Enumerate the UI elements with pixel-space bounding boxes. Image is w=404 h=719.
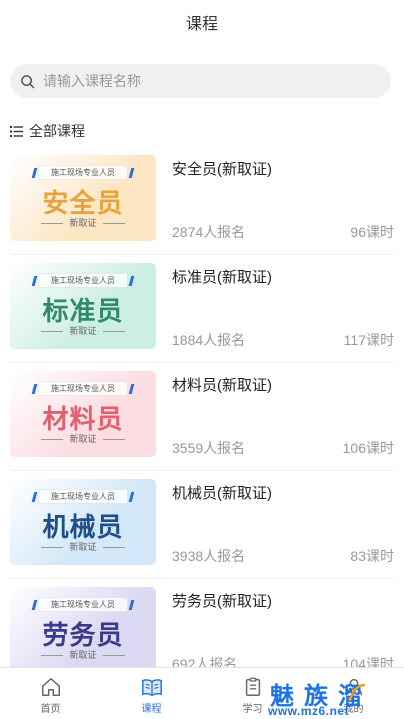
watermark-url: www.mz6.net	[268, 704, 350, 718]
tab-label: 课程	[141, 704, 162, 715]
thumbnail-tag: 施工现场专业人员	[38, 381, 128, 396]
thumbnail-subtitle: 新取证	[10, 324, 156, 337]
course-hours: 117课时	[343, 332, 394, 348]
course-item[interactable]: 施工现场专业人员 标准员 新取证 标准员(新取证) 1884人报名 117课时	[10, 255, 394, 363]
enroll-count: 1884人报名	[172, 332, 246, 348]
tab-courses[interactable]: 课程	[101, 668, 202, 719]
course-thumbnail[interactable]: 施工现场专业人员 标准员 新取证	[10, 263, 156, 349]
course-item[interactable]: 施工现场专业人员 材料员 新取证 材料员(新取证) 3559人报名 106课时	[10, 363, 394, 471]
thumbnail-tag: 施工现场专业人员	[38, 489, 128, 504]
thumbnail-tag: 施工现场专业人员	[38, 597, 128, 612]
site-watermark: 魅族溜 www.mz6.net	[262, 676, 404, 719]
course-thumbnail[interactable]: 施工现场专业人员 机械员 新取证	[10, 479, 156, 565]
thumbnail-title: 机械员	[42, 512, 124, 542]
header-bar: 课程	[0, 0, 404, 44]
section-title: 全部课程	[29, 123, 85, 139]
course-name[interactable]: 劳务员(新取证)	[172, 590, 272, 611]
thumbnail-tag: 施工现场专业人员	[38, 165, 128, 180]
thumbnail-title: 材料员	[42, 404, 124, 434]
course-name[interactable]: 标准员(新取证)	[172, 266, 272, 287]
home-icon	[41, 678, 60, 696]
book-icon	[141, 679, 162, 696]
thumbnail-title: 安全员	[42, 188, 124, 218]
course-thumbnail[interactable]: 施工现场专业人员 劳务员 新取证	[10, 587, 156, 673]
search-icon	[21, 74, 35, 88]
clipboard-icon	[245, 677, 260, 696]
thumbnail-tag: 施工现场专业人员	[38, 273, 128, 288]
enroll-count: 3559人报名	[172, 440, 246, 456]
search-bar[interactable]	[10, 64, 391, 98]
course-thumbnail[interactable]: 施工现场专业人员 安全员 新取证	[10, 155, 156, 241]
watermark-swoosh-icon	[348, 683, 366, 702]
list-icon	[10, 125, 23, 137]
thumbnail-subtitle: 新取证	[10, 216, 156, 229]
thumbnail-subtitle: 新取证	[10, 648, 156, 661]
course-item[interactable]: 施工现场专业人员 机械员 新取证 机械员(新取证) 3938人报名 83课时	[10, 471, 394, 579]
course-hours: 96课时	[350, 224, 394, 240]
enroll-count: 3938人报名	[172, 548, 246, 564]
course-hours: 106课时	[342, 440, 394, 456]
search-input[interactable]	[43, 73, 363, 89]
course-name[interactable]: 机械员(新取证)	[172, 482, 272, 503]
thumbnail-title: 劳务员	[42, 620, 124, 650]
enroll-count: 2874人报名	[172, 224, 246, 240]
course-name[interactable]: 材料员(新取证)	[172, 374, 272, 395]
tab-label: 学习	[242, 704, 263, 715]
course-list: 施工现场专业人员 安全员 新取证 安全员(新取证) 2874人报名 96课时 施…	[0, 147, 404, 687]
course-item[interactable]: 施工现场专业人员 安全员 新取证 安全员(新取证) 2874人报名 96课时	[10, 147, 394, 255]
tab-home[interactable]: 首页	[0, 668, 101, 719]
course-hours: 83课时	[350, 548, 394, 564]
course-name[interactable]: 安全员(新取证)	[172, 158, 272, 179]
page-title: 课程	[185, 16, 218, 33]
section-header: 全部课程	[10, 121, 85, 141]
thumbnail-subtitle: 新取证	[10, 432, 156, 445]
thumbnail-title: 标准员	[42, 296, 124, 326]
tab-label: 首页	[40, 704, 61, 715]
thumbnail-subtitle: 新取证	[10, 540, 156, 553]
course-thumbnail[interactable]: 施工现场专业人员 材料员 新取证	[10, 371, 156, 457]
